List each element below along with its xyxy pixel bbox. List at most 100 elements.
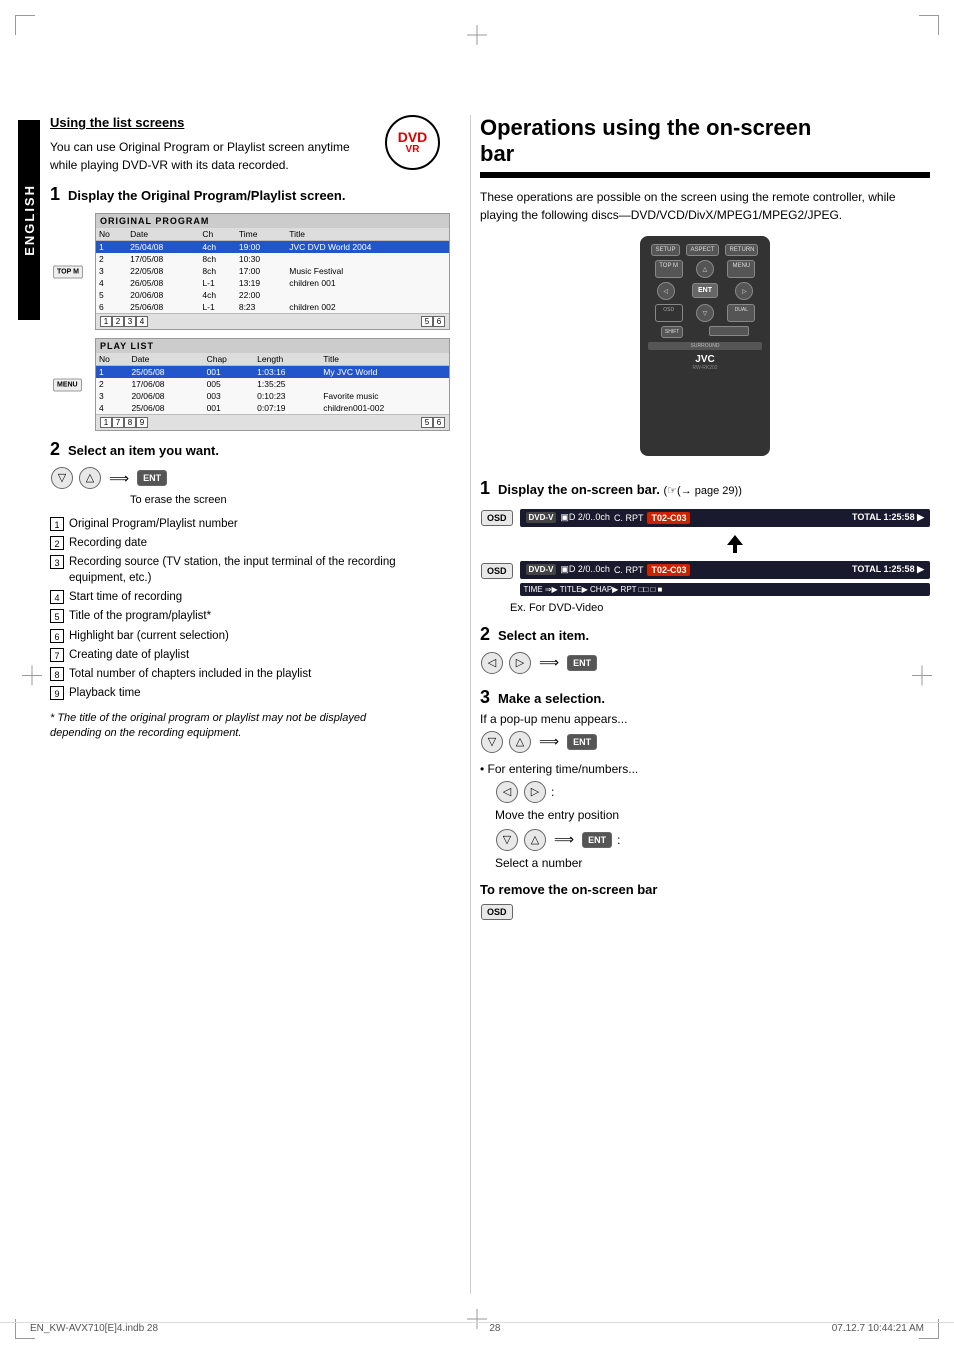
op-row-5: 520/06/084ch22:00 [96, 289, 449, 301]
list-item-2: 2 Recording date [50, 535, 450, 551]
osd-info: ▣D 2/0..0ch [560, 512, 610, 523]
list-text-7: Creating date of playlist [69, 647, 189, 663]
osd-display-after-row1: DVD-V ▣D 2/0..0ch C. RPT T02-C03 TOTAL 1… [520, 561, 930, 579]
pl-col-title: Title [320, 353, 449, 366]
badge-4: 4 [50, 590, 64, 604]
osd-button-bottom[interactable]: OSD [481, 563, 513, 579]
pl-table: No Date Chap Length Title 125/05/080011:… [96, 353, 449, 414]
remote-image-container: SETUP ASPECT RETURN TOP M △ MENU ◁ ENT ▷… [480, 236, 930, 466]
right-btn[interactable]: ▷ [509, 652, 531, 674]
ops-step2-header: 2 Select an item. [480, 624, 930, 645]
remove-osd-btn: OSD [480, 903, 930, 921]
ops-step1-ref: (☞(→ page 29)) [663, 485, 741, 497]
osd-track: T02-C03 [647, 512, 690, 524]
ops-step2-num: 2 [480, 624, 490, 645]
step1-num: 1 [50, 184, 60, 205]
osd-bar-before: DVD-V ▣D 2/0..0ch C. RPT T02-C03 TOTAL 1… [520, 505, 930, 531]
original-program-screen: ORIGINAL PROGRAM No Date Ch Time Title [95, 213, 450, 330]
step2-right-controls: ◁ ▷ ⟹ ENT [480, 651, 930, 675]
ent-btn2[interactable]: ENT [567, 655, 597, 671]
ops-title: Operations using the on-screen bar [480, 115, 930, 168]
down-btn3[interactable]: ▽ [496, 829, 518, 851]
ex-label: Ex. For DVD-Video [510, 602, 930, 614]
crosshair-left [22, 666, 42, 689]
badge-2: 2 [50, 536, 64, 550]
move-text: Move the entry position [495, 808, 930, 822]
osd-button-remove[interactable]: OSD [481, 904, 513, 920]
playlist-screen-wrapper: MENU PLAY LIST No Date Chap Length Title [95, 338, 450, 431]
corner-mark-tl [15, 15, 35, 35]
language-sidebar: ENGLISH [18, 120, 40, 320]
up-btn[interactable]: △ [79, 467, 101, 489]
dvd-badge-line2: VR [406, 144, 420, 155]
left-btn[interactable]: ◁ [481, 652, 503, 674]
op-col-ch: Ch [199, 228, 235, 241]
ent-btn[interactable]: ENT [137, 470, 167, 486]
dvd-v-label: DVD-V [526, 512, 557, 523]
osd-track2: T02-C03 [647, 564, 690, 576]
right-btn2[interactable]: ▷ [524, 781, 546, 803]
numbered-list: 1 Original Program/Playlist number 2 Rec… [50, 516, 450, 701]
crosshair-top [467, 25, 487, 50]
erase-text: To erase the screen [130, 494, 450, 506]
dvd-v-label2: DVD-V [526, 564, 557, 575]
dvd-vr-badge: DVD VR [385, 115, 440, 170]
op-row-6: 625/06/08L-18:23children 002 [96, 301, 449, 313]
ops-title-line2: bar [480, 141, 514, 166]
ent-btn4[interactable]: ENT [582, 832, 612, 848]
left-btn2[interactable]: ◁ [496, 781, 518, 803]
colon2: : [617, 833, 620, 847]
list-text-8: Total number of chapters included in the… [69, 666, 311, 682]
up-btn3[interactable]: △ [524, 829, 546, 851]
list-item-1: 1 Original Program/Playlist number [50, 516, 450, 532]
select-text: Select a number [495, 856, 930, 870]
ops-step1-num: 1 [480, 478, 490, 499]
op-screen-header: ORIGINAL PROGRAM [96, 214, 449, 228]
badge-7: 7 [50, 648, 64, 662]
popup-text: If a pop-up menu appears... [480, 712, 930, 726]
playlist-screen: PLAY LIST No Date Chap Length Title [95, 338, 450, 431]
step1-text: Display the Original Program/Playlist sc… [68, 188, 345, 203]
op-row-4: 426/05/08L-113:19children 001 [96, 277, 449, 289]
osd-total: TOTAL 1:25:58 ▶ [852, 512, 924, 523]
remote-image: SETUP ASPECT RETURN TOP M △ MENU ◁ ENT ▷… [640, 236, 770, 456]
op-row-2: 217/05/088ch10:30 [96, 253, 449, 265]
osd-crpt: C. RPT [614, 513, 644, 523]
list-item-6: 6 Highlight bar (current selection) [50, 628, 450, 644]
playlist-wrapper: MENU PLAY LIST No Date Chap Length Title [50, 338, 450, 431]
column-divider [470, 115, 471, 1294]
osd-button-top[interactable]: OSD [481, 510, 513, 526]
step2-text: Select an item you want. [68, 443, 219, 458]
topm-button-label: TOP M [53, 265, 83, 278]
ent-btn3[interactable]: ENT [567, 734, 597, 750]
list-text-4: Start time of recording [69, 589, 182, 605]
remove-header: To remove the on-screen bar [480, 882, 930, 897]
list-text-2: Recording date [69, 535, 147, 551]
pl-col-chap: Chap [204, 353, 255, 366]
original-program-screen-wrapper: TOP M ORIGINAL PROGRAM No Date Ch Time T… [95, 213, 450, 330]
up-btn2[interactable]: △ [509, 731, 531, 753]
osd-after-container: OSD DVD-V ▣D 2/0..0ch C. RPT T02-C03 TOT… [480, 557, 930, 598]
page-footer: EN_KW-AVX710[E]4.indb 28 28 07.12.7 10:4… [0, 1322, 954, 1334]
arrow-down [540, 535, 930, 555]
down-btn[interactable]: ▽ [51, 467, 73, 489]
osd-bar-after: DVD-V ▣D 2/0..0ch C. RPT T02-C03 TOTAL 1… [520, 557, 930, 598]
ops-title-line1: Operations using the on-screen [480, 115, 811, 140]
list-text-1: Original Program/Playlist number [69, 516, 238, 532]
pl-col-no: No [96, 353, 128, 366]
footer-right: 07.12.7 10:44:21 AM [832, 1323, 924, 1334]
down-btn2[interactable]: ▽ [481, 731, 503, 753]
left-column: Using the list screens DVD VR You can us… [50, 115, 450, 742]
pl-row-3: 320/06/080030:10:23Favorite music [96, 390, 449, 402]
colon1: : [551, 785, 554, 799]
arrow4: ⟹ [554, 831, 574, 848]
osd-before-container: OSD DVD-V ▣D 2/0..0ch C. RPT T02-C03 TOT… [480, 505, 930, 531]
osd-crpt2: C. RPT [614, 565, 644, 575]
osd-total2: TOTAL 1:25:58 ▶ [852, 564, 924, 575]
op-row-1: 125/04/084ch19:00JVC DVD World 2004 [96, 241, 449, 254]
op-row-3: 322/05/088ch17:00Music Festival [96, 265, 449, 277]
entering-controls: ◁ ▷ : [495, 780, 930, 804]
ops-step3-num: 3 [480, 687, 490, 708]
pl-col-length: Length [254, 353, 320, 366]
osd-display-before: DVD-V ▣D 2/0..0ch C. RPT T02-C03 TOTAL 1… [520, 509, 930, 527]
